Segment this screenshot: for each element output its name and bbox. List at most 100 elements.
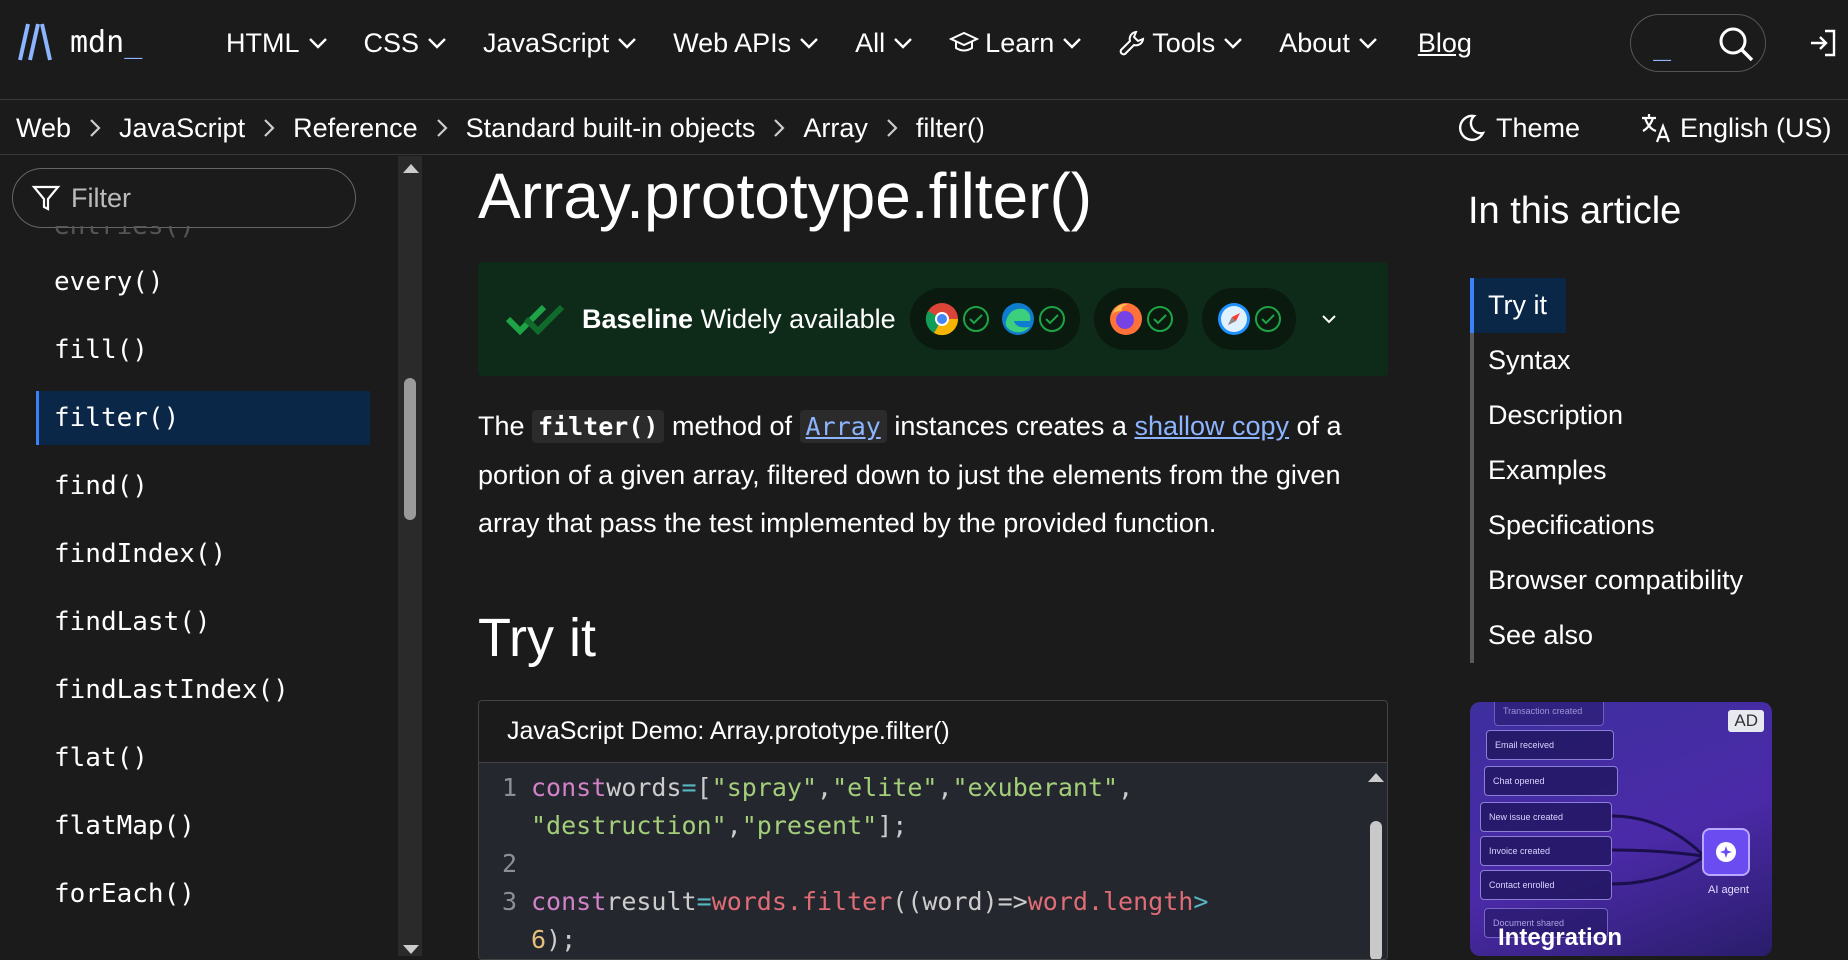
browser-pill-firefox xyxy=(1093,288,1188,350)
line-number xyxy=(479,921,517,959)
ad-row: Email received xyxy=(1486,730,1614,760)
sidebar-item-foreach[interactable]: forEach() xyxy=(36,860,370,928)
baseline-banner[interactable]: Baseline Widely available xyxy=(478,262,1388,376)
scroll-up-arrow-icon[interactable] xyxy=(402,162,420,174)
code-token: 6 xyxy=(531,925,547,954)
language-label: English (US) xyxy=(1680,112,1832,143)
sidebar-item-fill[interactable]: fill() xyxy=(36,316,370,384)
toc-item-description[interactable]: Description xyxy=(1474,388,1790,443)
code-token: , xyxy=(1118,773,1134,802)
code-token: const xyxy=(531,887,607,916)
code-editor[interactable]: 1 const words = ["spray", "elite", "exube… xyxy=(479,763,1375,959)
check-circle-icon xyxy=(1038,306,1065,332)
breadcrumb-web[interactable]: Web xyxy=(16,113,71,144)
menu-javascript[interactable]: JavaScript xyxy=(483,28,637,59)
breadcrumb-bar: Web JavaScript Reference Standard built-… xyxy=(0,101,1848,155)
toc-item-browser-compatibility[interactable]: Browser compatibility xyxy=(1474,553,1790,608)
sidebar-item-findlast[interactable]: findLast() xyxy=(36,588,370,656)
toc-item-specifications[interactable]: Specifications xyxy=(1474,498,1790,553)
sidebar-filter-input[interactable]: Filter xyxy=(12,168,356,228)
toc-item-see-also[interactable]: See also xyxy=(1474,608,1790,663)
scroll-down-arrow-icon[interactable] xyxy=(402,944,420,956)
logo-text: mdn xyxy=(70,24,125,60)
logo-cursor: _ xyxy=(124,24,143,60)
browser-pill-safari xyxy=(1201,288,1296,350)
menu-tools-label: Tools xyxy=(1152,27,1216,58)
menu-css[interactable]: CSS xyxy=(364,28,448,59)
theme-switcher[interactable]: Theme xyxy=(1456,101,1580,155)
sidebar-item-cutoff-label: entries() xyxy=(54,226,195,240)
toc-item-syntax[interactable]: Syntax xyxy=(1474,333,1790,388)
menu-web-apis[interactable]: Web APIs xyxy=(673,28,819,59)
sidebar: Filter entries() every() fill() filter()… xyxy=(0,156,396,956)
sidebar-item-every[interactable]: every() xyxy=(36,248,370,316)
code-token: "destruction" xyxy=(531,811,727,840)
menu-all-label: All xyxy=(855,27,886,58)
toc-title: In this article xyxy=(1468,190,1682,232)
code-line: 2 xyxy=(479,845,1375,883)
menu-tools[interactable]: Tools xyxy=(1118,28,1243,59)
ad-row: Chat opened xyxy=(1484,766,1618,796)
ad-row: Contact enrolled xyxy=(1480,870,1612,900)
scroll-up-arrow-icon[interactable] xyxy=(1367,771,1385,783)
menu-html[interactable]: HTML xyxy=(226,28,328,59)
breadcrumb-array[interactable]: Array xyxy=(803,113,868,144)
chevron-down-icon xyxy=(894,38,913,49)
breadcrumb-javascript[interactable]: JavaScript xyxy=(119,113,245,144)
menu-learn[interactable]: Learn xyxy=(949,28,1082,59)
code-token: word.length xyxy=(1027,887,1194,916)
code-token: words xyxy=(606,773,682,802)
ad-connector-lines xyxy=(1612,814,1704,886)
breadcrumb-standard-built-in-objects[interactable]: Standard built-in objects xyxy=(466,113,756,144)
chevron-down-icon[interactable] xyxy=(1320,313,1338,325)
mdn-logo[interactable]: mdn _ xyxy=(16,22,142,62)
code-token: "spray" xyxy=(711,773,818,802)
line-number: 3 xyxy=(501,887,517,916)
menu-javascript-label: JavaScript xyxy=(483,27,610,58)
menu-learn-label: Learn xyxy=(985,27,1055,58)
sidebar-scrollbar[interactable] xyxy=(398,156,422,956)
sidebar-item-flatmap[interactable]: flatMap() xyxy=(36,792,370,860)
toc-item-examples[interactable]: Examples xyxy=(1474,443,1790,498)
edge-icon xyxy=(1001,303,1034,335)
code-token: ]; xyxy=(877,811,908,840)
filter-code: filter() xyxy=(532,410,665,443)
search-icon xyxy=(1719,27,1754,62)
advertisement[interactable]: AD Transaction created Email received Ch… xyxy=(1470,702,1772,956)
search-button[interactable]: _ xyxy=(1630,14,1766,72)
sidebar-scrollbar-thumb[interactable] xyxy=(404,378,416,520)
baseline-status: Widely available xyxy=(700,303,896,334)
sidebar-item-findlastindex[interactable]: findLastIndex() xyxy=(36,656,370,724)
code-token: , xyxy=(817,773,833,802)
sidebar-item-flat[interactable]: flat() xyxy=(36,724,370,792)
toc-item-try-it[interactable]: Try it xyxy=(1470,278,1566,333)
breadcrumb-reference[interactable]: Reference xyxy=(293,113,418,144)
login-icon[interactable] xyxy=(1808,28,1838,58)
line-number: 2 xyxy=(501,849,517,878)
chevron-right-icon xyxy=(263,118,275,138)
menu-about[interactable]: About xyxy=(1279,28,1378,59)
chevron-down-icon xyxy=(1224,38,1243,49)
chevron-down-icon xyxy=(308,38,327,49)
breadcrumb-filter[interactable]: filter() xyxy=(916,113,985,144)
mdn-logo-icon xyxy=(18,23,52,61)
code-token: ((word) xyxy=(892,887,998,916)
line-number: 1 xyxy=(501,773,517,802)
safari-icon xyxy=(1217,303,1250,335)
sidebar-item-findindex[interactable]: findIndex() xyxy=(36,520,370,588)
ad-row: New issue created xyxy=(1480,802,1612,832)
sidebar-item-filter[interactable]: filter() xyxy=(36,391,370,445)
menu-all[interactable]: All xyxy=(855,28,913,59)
code-token: = xyxy=(696,887,712,916)
sidebar-item-find[interactable]: find() xyxy=(36,452,370,520)
code-token: = xyxy=(681,773,697,802)
chevron-right-icon xyxy=(773,118,785,138)
code-scrollbar-thumb[interactable] xyxy=(1370,821,1382,959)
chrome-icon xyxy=(925,303,958,336)
language-switcher[interactable]: English (US) xyxy=(1640,101,1832,155)
chevron-down-icon xyxy=(1358,38,1377,49)
array-link[interactable]: Array xyxy=(799,410,887,443)
menu-css-label: CSS xyxy=(363,27,420,58)
shallow-copy-link[interactable]: shallow copy xyxy=(1134,411,1289,441)
menu-blog-link[interactable]: Blog xyxy=(1418,28,1472,59)
